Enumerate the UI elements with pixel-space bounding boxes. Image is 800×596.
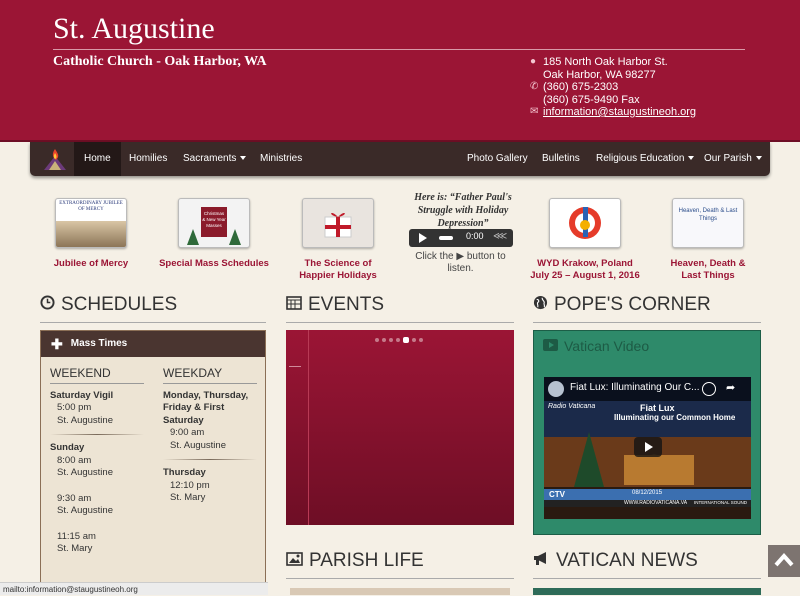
- audio-player[interactable]: 0:00 ⋘: [409, 229, 513, 247]
- caret-down-icon: [240, 156, 247, 161]
- clock-icon: [40, 294, 55, 316]
- fax-number: (360) 675-9490 Fax: [543, 93, 640, 106]
- heaven-death-thumbnail[interactable]: Heaven, Death & Last Things: [672, 198, 744, 248]
- nav-ministries[interactable]: Ministries: [250, 142, 312, 176]
- nav-home[interactable]: Home: [74, 142, 121, 176]
- nav-our-parish[interactable]: Our Parish: [694, 142, 772, 176]
- events-carousel[interactable]: [286, 330, 514, 525]
- video-overlay-subtitle: Illuminating our Common Home: [614, 413, 736, 422]
- vatican-video-heading: Vatican Video: [543, 338, 649, 354]
- play-icon: [645, 442, 653, 452]
- seek-slider[interactable]: [439, 236, 453, 240]
- play-icon[interactable]: [419, 233, 427, 243]
- nav-religious-education-label: Religious Education: [596, 153, 685, 164]
- audio-title: Here is: “Father Paul's Struggle with Ho…: [414, 192, 512, 229]
- nav-bulletins[interactable]: Bulletins: [532, 142, 590, 176]
- contact-info: ● 185 North Oak Harbor St. Oak Harbor, WA…: [530, 56, 696, 119]
- mass-thumb-text: Christmas & New Year Masses: [202, 211, 226, 228]
- chevron-up-icon: [774, 552, 794, 567]
- email-link[interactable]: information@staugustineoh.org: [543, 106, 696, 119]
- feature-special-mass[interactable]: Christmas & New Year Masses Special Mass…: [150, 198, 278, 270]
- mute-icon[interactable]: ⋘: [493, 231, 507, 242]
- main-navbar: Home Homilies Sacraments Ministries Phot…: [30, 142, 770, 176]
- video-url: WWW.RADIOVATICANA.VA: [624, 500, 688, 506]
- video-brand: Radio Vaticana: [548, 403, 596, 410]
- nav-sacraments-label: Sacraments: [183, 153, 237, 164]
- video-service: INTERNATIONAL SOUND: [694, 500, 748, 505]
- feature-caption[interactable]: Heaven, Death & Last Things: [644, 258, 772, 282]
- nav-religious-education[interactable]: Religious Education: [586, 142, 704, 176]
- watch-later-icon[interactable]: [702, 382, 716, 396]
- schedules-heading: SCHEDULES: [40, 294, 177, 316]
- map-marker-icon: ●: [530, 56, 537, 67]
- youtube-play-icon: [543, 338, 558, 354]
- feature-wyd-krakow[interactable]: WYD Krakow, Poland July 25 – August 1, 20…: [521, 198, 649, 282]
- mass-schedules-thumbnail[interactable]: Christmas & New Year Masses: [178, 198, 250, 248]
- carousel-indicators[interactable]: [375, 337, 426, 343]
- church-logo-icon[interactable]: [40, 146, 70, 172]
- phone-icon: ✆: [530, 81, 539, 92]
- bullhorn-icon: [533, 550, 550, 572]
- popes-corner-heading: POPE'S CORNER: [533, 294, 711, 316]
- feature-caption[interactable]: WYD Krakow, Poland July 25 – August 1, 20…: [521, 258, 649, 282]
- nav-homilies[interactable]: Homilies: [119, 142, 177, 176]
- address-line-2: Oak Harbor, WA 98277: [543, 68, 656, 81]
- share-icon[interactable]: ➦: [726, 381, 735, 394]
- weekend-column: WEEKEND Saturday Vigil 5:00 pm St. Augus…: [50, 367, 144, 556]
- nav-our-parish-label: Our Parish: [704, 153, 752, 164]
- feature-caption[interactable]: The Science of Happier Holidays: [274, 258, 402, 282]
- video-channel: CTV: [549, 490, 565, 499]
- feature-caption[interactable]: Special Mass Schedules: [150, 258, 278, 270]
- phone-number: (360) 675-2303: [543, 81, 619, 93]
- audio-instructions: Click the ▶ button to listen.: [415, 251, 506, 274]
- mass-times-panel: ✚ Mass Times WEEKEND Saturday Vigil 5:00…: [40, 330, 266, 595]
- calendar-icon: [286, 294, 302, 316]
- vatican-video-panel: Vatican Video Fiat Lux: Illuminating Our…: [533, 330, 761, 535]
- heaven-thumb-text: Heaven, Death & Last Things: [678, 208, 738, 222]
- site-title[interactable]: St. Augustine: [53, 12, 215, 46]
- globe-icon: [533, 294, 548, 316]
- mass-times-toggle[interactable]: ✚ Mass Times: [41, 331, 265, 357]
- nav-photo-gallery[interactable]: Photo Gallery: [457, 142, 538, 176]
- vatican-news-heading: VATICAN NEWS: [533, 550, 698, 572]
- channel-avatar: [548, 381, 564, 397]
- plus-icon: ✚: [51, 336, 63, 352]
- feature-heaven-death[interactable]: Heaven, Death & Last Things Heaven, Deat…: [644, 198, 772, 282]
- weekend-heading: WEEKEND: [50, 367, 144, 384]
- status-bar: mailto:information@staugustineoh.org: [0, 582, 268, 595]
- envelope-icon: ✉: [530, 106, 539, 117]
- weekday-column: WEEKDAY Monday, Thursday, Friday & First…: [163, 367, 257, 505]
- caret-down-icon: [755, 156, 762, 161]
- jubilee-thumb-text: EXTRAORDINARY JUBILEE OF MERCY: [59, 201, 123, 212]
- video-title[interactable]: Fiat Lux: Illuminating Our C...: [570, 382, 700, 393]
- weekday-heading: WEEKDAY: [163, 367, 257, 384]
- site-subtitle: Catholic Church - Oak Harbor, WA: [53, 54, 267, 69]
- video-date: 08/12/2015: [632, 490, 663, 496]
- vatican-news-panel: [533, 588, 761, 595]
- video-overlay-title: Fiat Lux: [640, 403, 675, 413]
- nav-sacraments[interactable]: Sacraments: [173, 142, 256, 176]
- image-icon: [286, 550, 303, 572]
- address-line-1: 185 North Oak Harbor St.: [543, 56, 668, 68]
- vatican-video-player[interactable]: Fiat Lux: Illuminating Our C... ➦ Radio …: [544, 377, 751, 519]
- gift-thumbnail[interactable]: [302, 198, 374, 248]
- video-play-button[interactable]: [634, 437, 662, 457]
- parish-life-thumbnail[interactable]: [290, 588, 510, 595]
- scroll-to-top-button[interactable]: [768, 545, 800, 577]
- title-divider: [53, 49, 745, 50]
- feature-jubilee[interactable]: EXTRAORDINARY JUBILEE OF MERCY Jubilee o…: [27, 198, 155, 270]
- feature-happier-holidays[interactable]: The Science of Happier Holidays: [274, 198, 402, 282]
- events-heading: EVENTS: [286, 294, 384, 316]
- audio-time: 0:00: [466, 231, 484, 241]
- site-header: St. Augustine Catholic Church - Oak Harb…: [0, 0, 800, 142]
- jubilee-thumbnail[interactable]: EXTRAORDINARY JUBILEE OF MERCY: [55, 198, 127, 248]
- wyd-thumbnail[interactable]: [549, 198, 621, 248]
- feature-caption[interactable]: Jubilee of Mercy: [27, 258, 155, 270]
- parish-life-heading: PARISH LIFE: [286, 550, 424, 572]
